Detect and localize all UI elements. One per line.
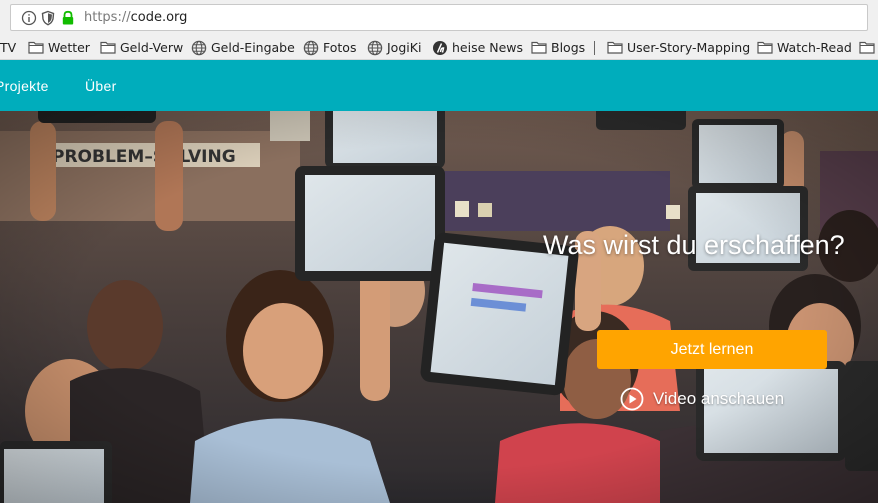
url-scheme: https:// <box>84 10 131 25</box>
address-bar[interactable]: https://code.org <box>10 4 868 31</box>
bookmark-label: User-Story-Mapping <box>627 40 751 55</box>
site-nav: Projekte Über <box>0 60 878 111</box>
hero-section: PROBLEM–SOLVING <box>0 111 878 503</box>
info-icon[interactable] <box>21 10 37 26</box>
bookmark-label: JogiKi <box>387 40 422 55</box>
folder-icon <box>607 41 623 54</box>
folder-icon <box>28 41 44 54</box>
bookmark-label: Geld-Eingabe <box>211 40 295 55</box>
globe-icon <box>367 40 383 56</box>
play-circle-icon <box>620 387 644 411</box>
folder-icon <box>859 41 875 54</box>
hero-photo: PROBLEM–SOLVING <box>0 111 878 503</box>
watch-video-label: Video anschauen <box>653 389 785 408</box>
bookmark-label: heise News <box>452 40 524 55</box>
globe-icon <box>191 40 207 56</box>
folder-icon <box>531 41 547 54</box>
folder-icon <box>100 41 116 54</box>
bookmark-label: Fotos <box>323 40 357 55</box>
bookmark-label: TV <box>0 40 17 55</box>
bookmark-label: Wetter <box>48 40 90 55</box>
shield-icon[interactable] <box>40 10 56 26</box>
bookmark-label: Geld-Verw <box>120 40 184 55</box>
folder-icon <box>757 41 773 54</box>
bookmark-label: Blogs <box>551 40 586 55</box>
url-text[interactable]: https://code.org <box>84 9 187 27</box>
bookmarks-toolbar: TV Wetter Geld-Verw Geld-Eingabe Fotos J… <box>0 36 878 60</box>
nav-link-ueber[interactable]: Über <box>85 76 117 96</box>
nav-link-projekte[interactable]: Projekte <box>0 76 49 96</box>
lock-icon[interactable] <box>60 10 76 26</box>
hero-title: Was wirst du erschaffen? <box>543 230 845 260</box>
learn-now-button[interactable]: Jetzt lernen <box>597 330 827 369</box>
bookmark-separator <box>594 41 595 55</box>
heise-icon <box>433 41 447 55</box>
browser-toolbar: https://code.org <box>0 0 878 36</box>
bookmark-label: Watch-Read <box>777 40 852 55</box>
globe-icon <box>303 40 319 56</box>
url-host: code.org <box>130 10 188 25</box>
